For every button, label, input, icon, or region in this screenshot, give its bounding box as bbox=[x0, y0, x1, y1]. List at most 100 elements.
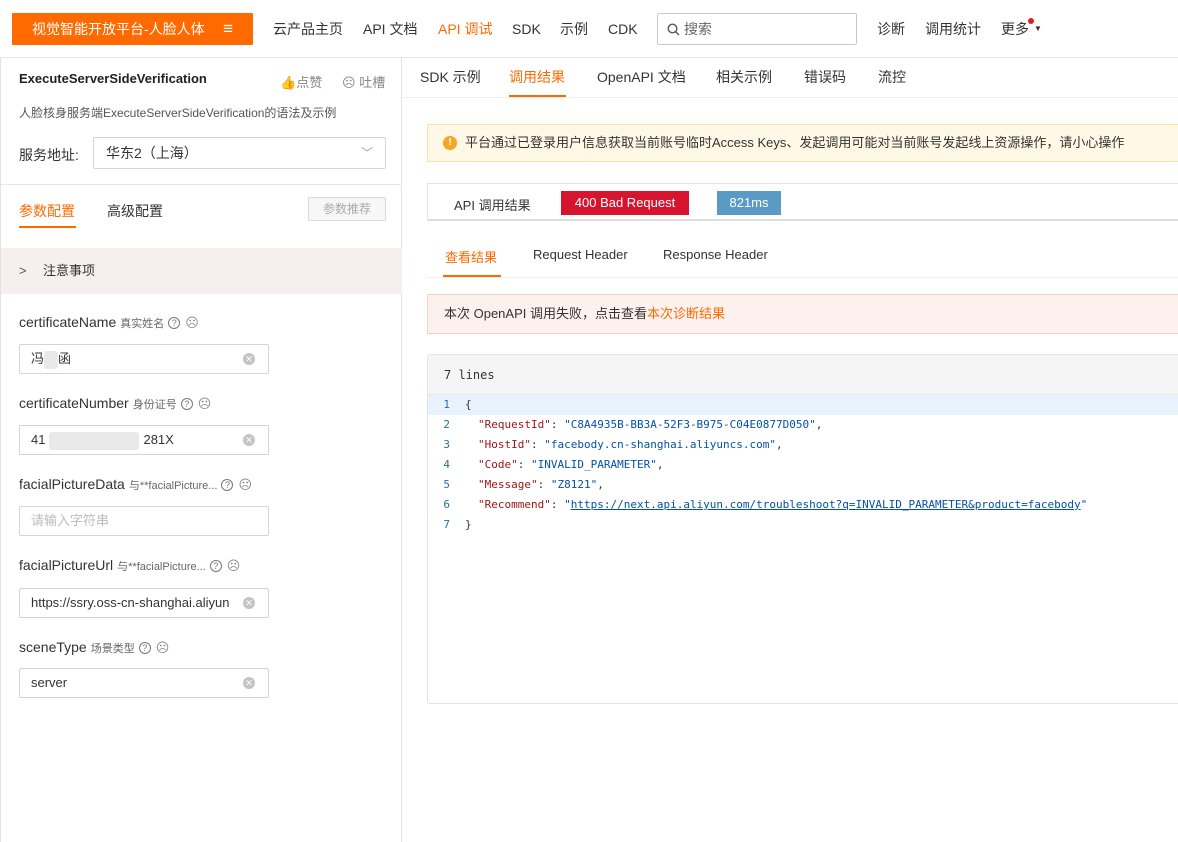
diagnosis-link[interactable]: 本次诊断结果 bbox=[647, 306, 725, 321]
code-line: 1 { bbox=[428, 395, 1178, 415]
tab-flow-control[interactable]: 流控 bbox=[878, 67, 906, 87]
code-line: 6 "Recommend": "https://next.api.aliyun.… bbox=[428, 495, 1178, 515]
frown-icon[interactable]: ☹ bbox=[238, 477, 252, 493]
json-separator: , bbox=[815, 418, 823, 431]
nav-more[interactable]: 更多 bbox=[1001, 20, 1029, 38]
dropdown-caret-icon[interactable]: ▼ bbox=[1034, 24, 1042, 33]
line-number: 2 bbox=[443, 418, 450, 431]
search-icon bbox=[667, 23, 680, 36]
tab-advanced-config[interactable]: 高级配置 bbox=[107, 201, 163, 221]
input-value-suffix: 281X bbox=[143, 432, 174, 447]
tab-response-header[interactable]: Response Header bbox=[663, 247, 768, 262]
clear-icon[interactable]: ✕ bbox=[243, 434, 255, 446]
tab-error-codes[interactable]: 错误码 bbox=[804, 67, 846, 87]
line-number: 5 bbox=[443, 478, 450, 491]
frown-icon[interactable]: ☹ bbox=[185, 315, 199, 331]
json-separator: , bbox=[597, 478, 604, 491]
json-key: "Recommend" bbox=[478, 498, 551, 511]
service-address-select[interactable]: 华东2（上海） ﹀ bbox=[93, 137, 386, 169]
menu-icon[interactable]: ≡ bbox=[223, 13, 233, 45]
frown-icon[interactable]: ☹ bbox=[156, 640, 170, 656]
help-icon[interactable]: ? bbox=[168, 317, 181, 330]
nav-diagnose[interactable]: 诊断 bbox=[877, 20, 905, 38]
active-tab-indicator bbox=[19, 226, 76, 228]
help-icon[interactable]: ? bbox=[180, 398, 193, 411]
clear-icon[interactable]: ✕ bbox=[243, 677, 255, 689]
status-badge: 400 Bad Request bbox=[561, 191, 689, 215]
duration-badge: 821ms bbox=[717, 191, 781, 215]
param-desc: 与**facialPicture... bbox=[117, 561, 206, 573]
code-text: } bbox=[465, 518, 472, 531]
divider bbox=[1, 184, 402, 185]
tab-related-examples[interactable]: 相关示例 bbox=[716, 67, 772, 87]
json-value: "facebody.cn-shanghai.aliyuncs.com" bbox=[544, 438, 777, 451]
code-text: "Code": "INVALID_PARAMETER", bbox=[478, 458, 664, 471]
feedback-button[interactable]: ☹ 吐槽 bbox=[342, 72, 385, 91]
help-icon[interactable]: ? bbox=[209, 560, 222, 573]
code-text: "Message": "Z8121", bbox=[478, 478, 604, 491]
clear-icon[interactable]: ✕ bbox=[243, 597, 255, 609]
line-number: 1 bbox=[443, 398, 450, 411]
help-icon[interactable]: ? bbox=[221, 479, 234, 492]
param-name: facialPictureUrl bbox=[19, 557, 114, 573]
product-brand-button[interactable]: 视觉智能开放平台-人脸人体 ≡ bbox=[12, 13, 253, 45]
response-code-viewer: 7 lines 1 { 2 "RequestId": "C8A4935B-BB3… bbox=[427, 354, 1178, 704]
parameter-recommend-button[interactable]: 参数推荐 bbox=[308, 197, 386, 221]
field-label-certificate-number: certificateNumber 身份证号? ☹ bbox=[19, 395, 211, 412]
error-text: 本次 OpenAPI 调用失败，点击查看 bbox=[444, 306, 647, 321]
json-key: "RequestId" bbox=[478, 418, 551, 431]
input-value: server bbox=[31, 675, 68, 690]
nav-cloud-home[interactable]: 云产品主页 bbox=[273, 20, 343, 38]
brand-label: 视觉智能开放平台-人脸人体 bbox=[32, 21, 205, 37]
frown-icon[interactable]: ☹ bbox=[227, 558, 241, 574]
top-navigation-bar: 视觉智能开放平台-人脸人体 ≡ 云产品主页 API 文档 API 调试 SDK … bbox=[0, 0, 1178, 58]
facial-picture-data-input[interactable]: 请输入字符串 bbox=[19, 506, 269, 536]
nav-sdk[interactable]: SDK bbox=[512, 20, 541, 38]
nav-examples[interactable]: 示例 bbox=[560, 20, 588, 38]
nav-api-docs[interactable]: API 文档 bbox=[363, 20, 417, 38]
nav-cdk[interactable]: CDK bbox=[608, 20, 638, 38]
field-label-facial-picture-data: facialPictureData 与**facialPicture...? ☹ bbox=[19, 476, 252, 493]
certificate-number-input[interactable]: 41 281X ✕ bbox=[19, 425, 269, 455]
api-name: ExecuteServerSideVerification bbox=[19, 71, 207, 86]
masked-text bbox=[49, 431, 140, 450]
tab-call-result[interactable]: 调用结果 bbox=[509, 67, 565, 87]
input-value-prefix: 冯 bbox=[31, 351, 45, 366]
code-line-count: 7 lines bbox=[428, 355, 1178, 395]
nav-call-stats[interactable]: 调用统计 bbox=[925, 20, 981, 38]
notice-collapse-header[interactable]: > 注意事项 bbox=[1, 248, 402, 294]
troubleshoot-link[interactable]: https://next.api.aliyun.com/troubleshoot… bbox=[571, 498, 1081, 511]
certificate-name-input[interactable]: 冯函 ✕ bbox=[19, 344, 269, 374]
field-label-certificate-name: certificateName 真实姓名? ☹ bbox=[19, 314, 199, 331]
service-address-label: 服务地址: bbox=[19, 147, 79, 163]
like-button[interactable]: 👍点赞 bbox=[280, 72, 322, 91]
param-desc: 与**facialPicture... bbox=[128, 480, 218, 492]
facial-picture-url-input[interactable]: https://ssry.oss-cn-shanghai.aliyun ✕ bbox=[19, 588, 269, 618]
scene-type-input[interactable]: server ✕ bbox=[19, 668, 269, 698]
warning-text: 平台通过已登录用户信息获取当前账号临时Access Keys、发起调用可能对当前… bbox=[465, 135, 1125, 150]
code-line: 3 "HostId": "facebody.cn-shanghai.aliyun… bbox=[428, 435, 1178, 455]
search-input[interactable]: 搜索 bbox=[657, 13, 857, 45]
tab-sdk-example[interactable]: SDK 示例 bbox=[420, 67, 481, 87]
help-icon[interactable]: ? bbox=[138, 642, 151, 655]
nav-api-debug[interactable]: API 调试 bbox=[438, 20, 492, 38]
tab-parameter-config[interactable]: 参数配置 bbox=[19, 201, 75, 221]
param-name: certificateNumber bbox=[19, 395, 129, 411]
code-line: 7 } bbox=[428, 515, 1178, 535]
chevron-right-icon: > bbox=[19, 263, 27, 278]
line-number: 6 bbox=[443, 498, 450, 511]
json-separator: , bbox=[656, 458, 664, 471]
input-value-prefix: 41 bbox=[31, 432, 46, 447]
tab-request-header[interactable]: Request Header bbox=[533, 247, 628, 262]
like-label: 点赞 bbox=[296, 75, 323, 90]
frown-icon[interactable]: ☹ bbox=[198, 396, 212, 412]
error-banner: 本次 OpenAPI 调用失败，点击查看本次诊断结果 bbox=[427, 294, 1178, 334]
tab-view-result[interactable]: 查看结果 bbox=[445, 247, 497, 266]
code-text: "Recommend": "https://next.api.aliyun.co… bbox=[478, 498, 1088, 511]
json-key: "Message" bbox=[478, 478, 538, 491]
warning-icon: ! bbox=[443, 136, 457, 150]
divider bbox=[402, 97, 1178, 98]
tab-openapi-docs[interactable]: OpenAPI 文档 bbox=[597, 67, 686, 87]
json-key: "HostId" bbox=[478, 438, 531, 451]
clear-icon[interactable]: ✕ bbox=[243, 353, 255, 365]
